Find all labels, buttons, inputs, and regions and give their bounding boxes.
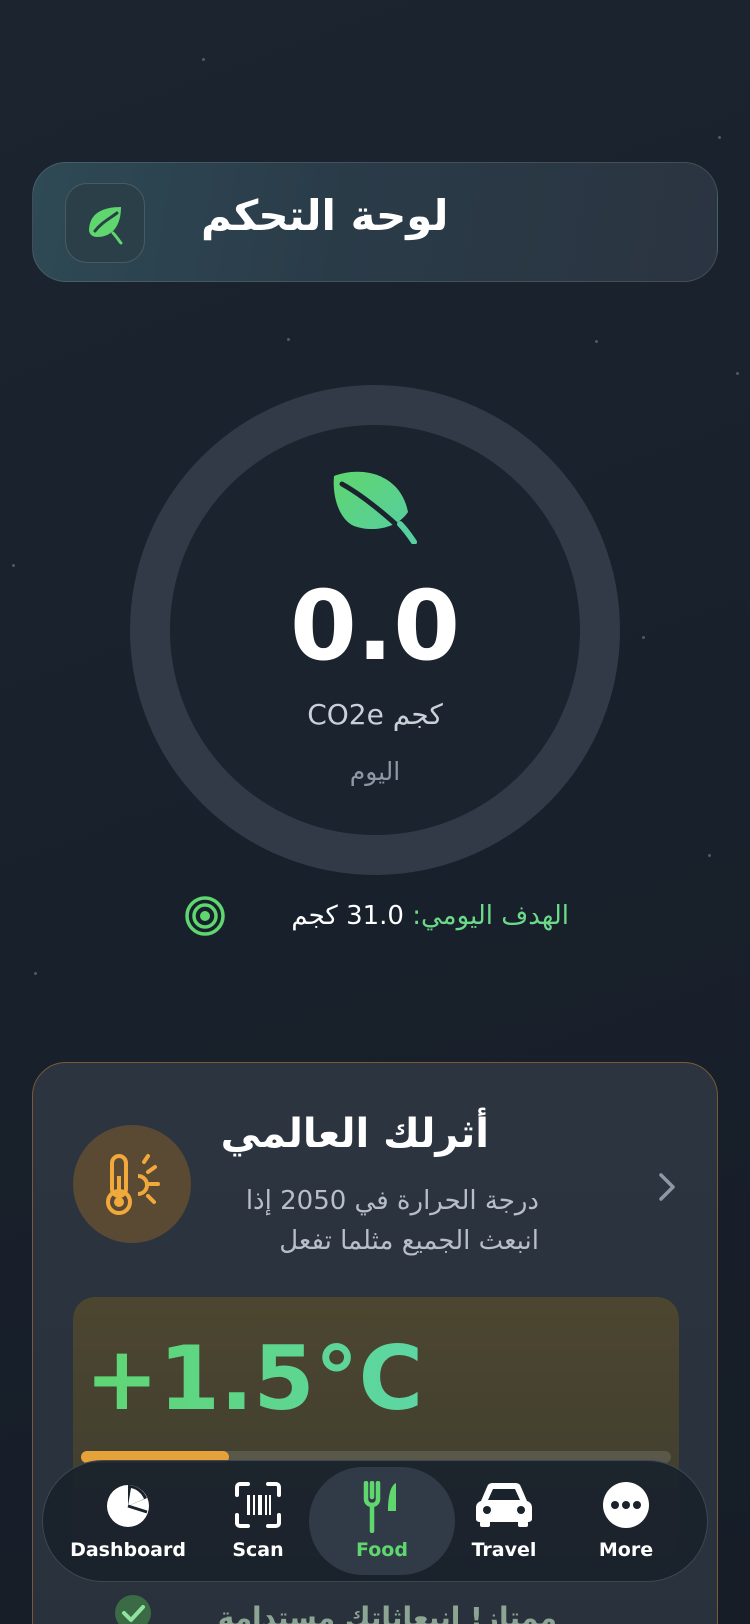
impact-subtitle: درجة الحرارة في 2050 إذا انبعث الجميع مث… [245, 1186, 539, 1256]
more-icon [603, 1482, 649, 1528]
star-dot [34, 972, 37, 975]
daily-goal-text: الهدف اليومي: 31.0 كجم [291, 901, 569, 931]
impact-icon-badge [73, 1125, 191, 1243]
tab-travel[interactable]: Travel [439, 1461, 569, 1583]
emissions-period: اليوم [349, 757, 401, 786]
temperature-value: +1.5°C [85, 1327, 424, 1430]
page-title: لوحة التحكم [201, 191, 449, 240]
chevron-right-icon[interactable] [657, 1171, 677, 1203]
pie-chart-icon [107, 1485, 149, 1527]
impact-status-text: ممتاز! انبعاثاتك مستدامة [217, 1601, 557, 1624]
tab-label: Dashboard [70, 1539, 186, 1561]
fork-knife-icon [363, 1481, 396, 1533]
star-dot [718, 136, 721, 139]
tab-label: More [598, 1539, 654, 1561]
daily-goal-label: الهدف اليومي: [412, 901, 569, 931]
star-dot [12, 564, 15, 567]
car-icon [476, 1483, 532, 1527]
tab-label: Scan [232, 1539, 284, 1561]
tab-food[interactable]: Food [309, 1461, 455, 1583]
impact-title: أثرلك العالمي [220, 1111, 489, 1157]
star-dot [642, 636, 645, 639]
check-circle-icon [115, 1595, 151, 1624]
daily-goal-value: 31.0 كجم [291, 901, 404, 931]
tab-label: Food [356, 1539, 408, 1561]
barcode-scan-icon [235, 1482, 281, 1528]
star-dot [736, 372, 739, 375]
emissions-value: 0.0 [289, 570, 461, 682]
tab-dashboard[interactable]: Dashboard [63, 1461, 193, 1583]
bottom-tab-bar: Dashboard Scan Food Travel More [42, 1460, 708, 1582]
target-icon [185, 896, 225, 936]
tab-label: Travel [471, 1539, 537, 1561]
emissions-unit: كجم CO2e [307, 698, 443, 731]
star-dot [708, 854, 711, 857]
thermometer-sun-icon [106, 1154, 160, 1215]
star-dot [202, 58, 205, 61]
daily-goal: الهدف اليومي: 31.0 كجم [184, 895, 584, 939]
leaf-icon [89, 207, 123, 245]
tab-more[interactable]: More [561, 1461, 691, 1583]
app-header: لوحة التحكم [32, 162, 718, 282]
leaf-icon [333, 471, 417, 544]
app-logo-badge [65, 183, 145, 263]
star-dot [595, 340, 598, 343]
star-dot [287, 338, 290, 341]
tab-scan[interactable]: Scan [193, 1461, 323, 1583]
dashboard-screen: لوحة التحكم 0.0 كجم CO2e اليوم الهدف الي… [0, 0, 750, 1624]
